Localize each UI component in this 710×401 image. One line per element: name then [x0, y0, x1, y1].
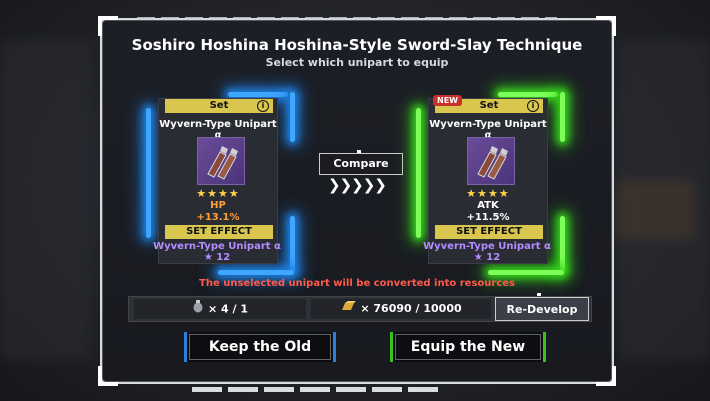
- selection-glow: [290, 216, 295, 272]
- set-effect-button[interactable]: SET EFFECT: [165, 225, 273, 239]
- background-panel-left: [0, 40, 90, 360]
- set-header: Set i: [165, 99, 273, 113]
- selection-glow: [560, 216, 565, 272]
- set-name: Wyvern-Type Unipart α ★ 12: [153, 241, 281, 263]
- new-badge: NEW: [433, 95, 462, 106]
- gold-bar-icon: [340, 299, 357, 319]
- corner-decoration: [596, 366, 616, 386]
- resource-count-1: × 4 / 1: [207, 302, 249, 316]
- corner-decoration: [98, 16, 118, 36]
- card-body: Set i NEW Wyvern-Type Unipart α ★★★★ ATK…: [428, 95, 548, 264]
- stat-name: ATK: [477, 200, 499, 211]
- dialog-title: Soshiro Hoshina Hoshina-Style Sword-Slay…: [131, 36, 583, 54]
- set-label: Set: [209, 100, 229, 111]
- gauntlet-icon: [467, 137, 515, 185]
- unipart-select-dialog: Soshiro Hoshina Hoshina-Style Sword-Slay…: [98, 16, 616, 392]
- set-name: Wyvern-Type Unipart α ★ 12: [423, 241, 551, 263]
- selection-glow: [218, 270, 294, 275]
- dialog-subtitle: Select which unipart to equip: [265, 56, 449, 69]
- equip-new-button[interactable]: Equip the New: [390, 332, 546, 362]
- resource-count-2: × 76090 / 10000: [360, 302, 462, 315]
- old-unipart-card[interactable]: Set i Wyvern-Type Unipart α ★★★★ HP +13.…: [146, 92, 295, 275]
- rarity-stars: ★★★★: [196, 187, 240, 200]
- selection-glow: [416, 108, 421, 238]
- redevelop-tick: [537, 293, 541, 296]
- resource-bar: × 4 / 1 × 76090 / 10000 Re-Develop: [128, 293, 592, 322]
- new-unipart-card[interactable]: Set i NEW Wyvern-Type Unipart α ★★★★ ATK…: [416, 92, 565, 275]
- selection-glow: [488, 270, 564, 275]
- selection-glow: [290, 92, 295, 142]
- card-body: Set i Wyvern-Type Unipart α ★★★★ HP +13.…: [158, 98, 278, 264]
- redevelop-button[interactable]: Re-Develop: [495, 297, 589, 321]
- selection-glow: [560, 92, 565, 142]
- conversion-warning: The unselected unipart will be converted…: [199, 278, 515, 289]
- compare-button[interactable]: Compare: [319, 153, 403, 175]
- background-detail: [615, 180, 695, 240]
- top-decoration: [137, 17, 557, 20]
- keep-old-button[interactable]: Keep the Old: [184, 332, 336, 362]
- corner-decoration: [596, 16, 616, 36]
- selection-glow: [498, 92, 558, 97]
- gauntlet-icon: [197, 137, 245, 185]
- stat-value: +11.5%: [466, 212, 510, 223]
- resource-item-2: × 76090 / 10000: [311, 299, 491, 319]
- corner-decoration: [98, 366, 118, 386]
- rarity-stars: ★★★★: [466, 187, 510, 200]
- info-icon[interactable]: i: [527, 100, 539, 112]
- resource-item-1: × 4 / 1: [134, 299, 306, 319]
- info-icon[interactable]: i: [257, 100, 269, 112]
- arrows-icon: ❯❯❯❯❯: [328, 176, 387, 194]
- set-label: Set: [479, 100, 499, 111]
- grenade-icon: [192, 299, 204, 320]
- stat-value: +13.1%: [196, 212, 240, 223]
- selection-glow: [228, 92, 288, 97]
- set-effect-button[interactable]: SET EFFECT: [435, 225, 543, 239]
- selection-glow: [146, 108, 151, 238]
- bottom-decoration: [192, 387, 442, 392]
- stat-name: HP: [210, 200, 226, 211]
